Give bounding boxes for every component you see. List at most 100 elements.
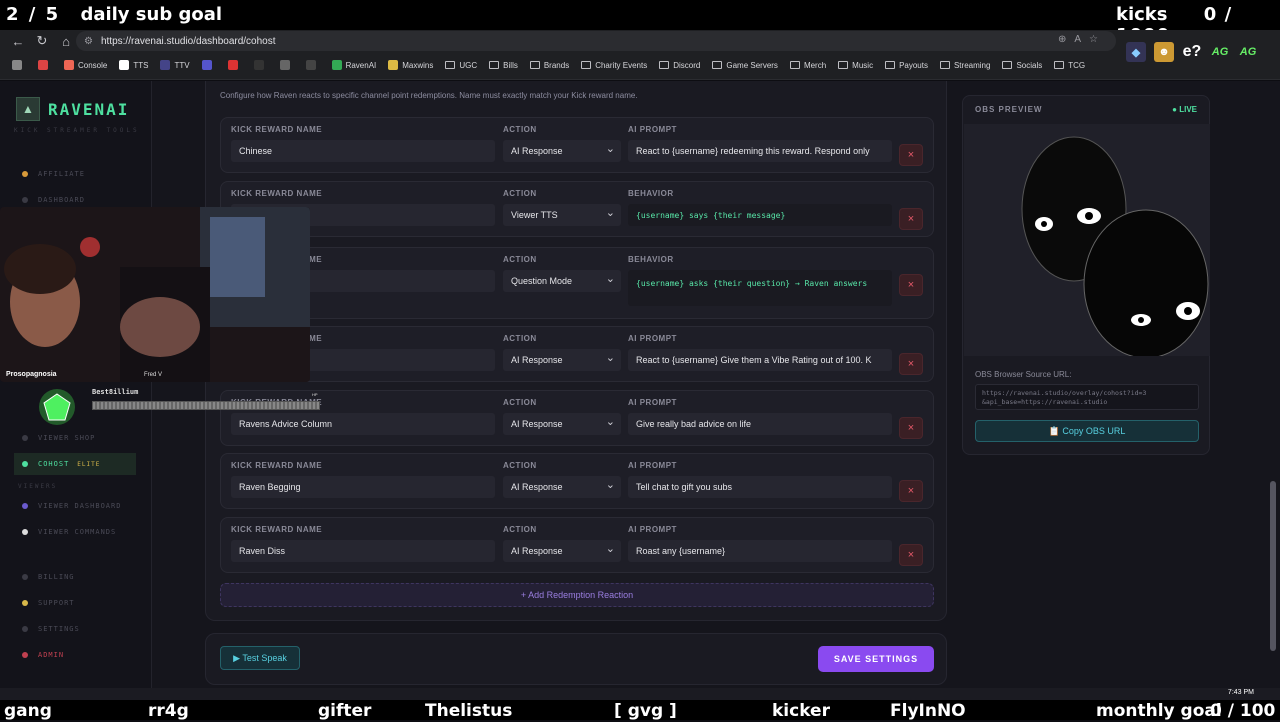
footer-actions: ▶ Test Speak SAVE SETTINGS [205,633,947,685]
bookmark-bills[interactable]: Bills [483,55,524,75]
extension-icon[interactable]: AG [1210,42,1230,62]
brand[interactable]: ▲ RAVENAI [16,97,129,121]
action-select[interactable]: AI Response [503,140,621,162]
bookmark-h[interactable] [222,55,248,75]
copy-obs-url-button[interactable]: 📋 Copy OBS URL [975,420,1199,442]
bookmark-merch[interactable]: Merch [784,55,832,75]
ai-prompt-input[interactable]: Roast any {username} [628,540,892,562]
sidebar-item-viewer-shop[interactable]: VIEWER SHOP [14,427,136,449]
col-label-behavior: BEHAVIOR [628,189,674,198]
reload-icon[interactable]: ↻ [30,31,54,51]
sidebar-item-cohost[interactable]: COHOST ELITE [14,453,136,475]
bookmark-r[interactable] [300,55,326,75]
delete-row-button[interactable]: × [899,274,923,296]
sidebar-item-affiliate[interactable]: AFFILIATE [14,163,136,185]
ai-prompt-input[interactable]: Tell chat to gift you subs [628,476,892,498]
bookmark-music[interactable]: Music [832,55,879,75]
action-select[interactable]: AI Response [503,476,621,498]
col-label-prompt: AI PROMPT [628,525,677,534]
delete-row-button[interactable]: × [899,208,923,230]
col-label-action: ACTION [503,525,537,534]
webcam-name-secondary: Fred V [144,372,163,378]
stream-overlay-bottom: gang rr4g gifter Thelistus [ gvg ] kicke… [0,700,1280,721]
raven-logo-icon: ▲ [16,97,40,121]
redemption-row: KICK REWARD NAME ACTION AI PROMPT Chines… [220,117,934,173]
action-select[interactable]: Question Mode [503,270,621,292]
bookmark-discord[interactable]: Discord [653,55,706,75]
bookmark-streaming[interactable]: Streaming [934,55,996,75]
col-label-prompt: AI PROMPT [628,461,677,470]
bookmark-tcg[interactable]: TCG [1048,55,1091,75]
reward-name-input[interactable]: Chinese [231,140,495,162]
page-scrollbar[interactable] [1270,81,1276,688]
redemption-reactions-panel: Configure how Raven reacts to specific c… [205,81,947,621]
bookmark-brands[interactable]: Brands [524,55,575,75]
bookmark-console[interactable]: Console [58,55,113,75]
ai-prompt-input[interactable]: React to {username} Give them a Vibe Rat… [628,349,892,371]
delete-row-button[interactable]: × [899,353,923,375]
bookmark-maxwins[interactable]: Maxwins [382,55,439,75]
ticker-item: gang [4,701,52,721]
col-label-prompt: AI PROMPT [628,334,677,343]
kicks-label: kicks [1116,4,1168,25]
extension-icon[interactable]: e? [1182,42,1202,62]
shop-icon [22,435,28,441]
add-redemption-button[interactable]: + Add Redemption Reaction [220,583,934,607]
col-label-behavior: BEHAVIOR [628,255,674,264]
save-settings-button[interactable]: SAVE SETTINGS [818,646,934,672]
address-bar[interactable]: ⚙ https://ravenai.studio/dashboard/cohos… [76,31,1116,51]
delete-row-button[interactable]: × [899,480,923,502]
delete-row-button[interactable]: × [899,544,923,566]
bookmark-gmail[interactable] [32,55,58,75]
bookmark-menu-icon[interactable] [6,55,32,75]
webcam-name: Prosopagnosia [6,371,57,378]
scrollbar-thumb[interactable] [1270,481,1276,651]
reward-name-input[interactable]: Raven Begging [231,476,495,498]
bookmark-ez[interactable] [196,55,222,75]
redemption-row: KICK REWARD NAME ACTION AI PROMPT k AI R… [220,326,934,382]
sidebar-item-settings[interactable]: SETTINGS [14,618,136,640]
site-info-icon[interactable]: ⚙ [84,36,93,47]
back-icon[interactable]: ← [6,31,30,51]
bookmark-socials[interactable]: Socials [996,55,1048,75]
ticker-item: Thelistus [425,701,513,721]
sidebar-item-admin[interactable]: ADMIN [14,644,136,666]
reward-name-input[interactable]: Raven Diss [231,540,495,562]
bookmark-oo[interactable] [248,55,274,75]
test-speak-button[interactable]: ▶ Test Speak [220,646,300,670]
behavior-display: {username} says {their message} [628,204,892,226]
sidebar-item-viewer-dashboard[interactable]: VIEWER DASHBOARD [14,495,136,517]
redemption-row: KICK REWARD NAME ACTION AI PROMPT Raven … [220,453,934,509]
sidebar-item-viewer-commands[interactable]: VIEWER COMMANDS [14,521,136,543]
action-select[interactable]: AI Response [503,413,621,435]
action-select[interactable]: Viewer TTS [503,204,621,226]
extension-icon[interactable]: ◆ [1126,42,1146,62]
ai-prompt-input[interactable]: Give really bad advice on life [628,413,892,435]
bookmark-ttv[interactable]: TTV [154,55,195,75]
delete-row-button[interactable]: × [899,144,923,166]
bookmark-tts[interactable]: TTS [113,55,154,75]
obs-url-field[interactable]: https://ravenai.studio/overlay/cohost?id… [975,384,1199,410]
extension-icon[interactable]: ☻ [1154,42,1174,62]
action-select[interactable]: AI Response [503,349,621,371]
sidebar-item-support[interactable]: SUPPORT [14,592,136,614]
bookmark-ravenai[interactable]: RavenAI [326,55,383,75]
delete-row-button[interactable]: × [899,417,923,439]
bookmark-openai[interactable] [274,55,300,75]
obs-preview-title: OBS PREVIEW [975,105,1043,114]
ai-prompt-input[interactable]: React to {username} redeeming this rewar… [628,140,892,162]
bookmark-ugc[interactable]: UGC [439,55,483,75]
action-select[interactable]: AI Response [503,540,621,562]
redemption-row: KICK REWARD NAME ACTION BEHAVIOR stion Q… [220,247,934,319]
brand-name: RAVENAI [48,99,130,119]
browser-toolbar: ← ↻ ⌂ ⚙ https://ravenai.studio/dashboard… [0,30,1280,52]
bookmark-charity-events[interactable]: Charity Events [575,55,653,75]
reward-name-input[interactable]: Ravens Advice Column [231,413,495,435]
bookmark-game-servers[interactable]: Game Servers [706,55,784,75]
extension-icon[interactable]: AG [1238,42,1258,62]
clock: 7:43 PM [1227,689,1254,696]
sidebar-item-billing[interactable]: BILLING [14,566,136,588]
behavior-display: {username} asks {their question} → Raven… [628,270,892,306]
home-icon[interactable]: ⌂ [54,31,78,51]
bookmark-payouts[interactable]: Payouts [879,55,934,75]
